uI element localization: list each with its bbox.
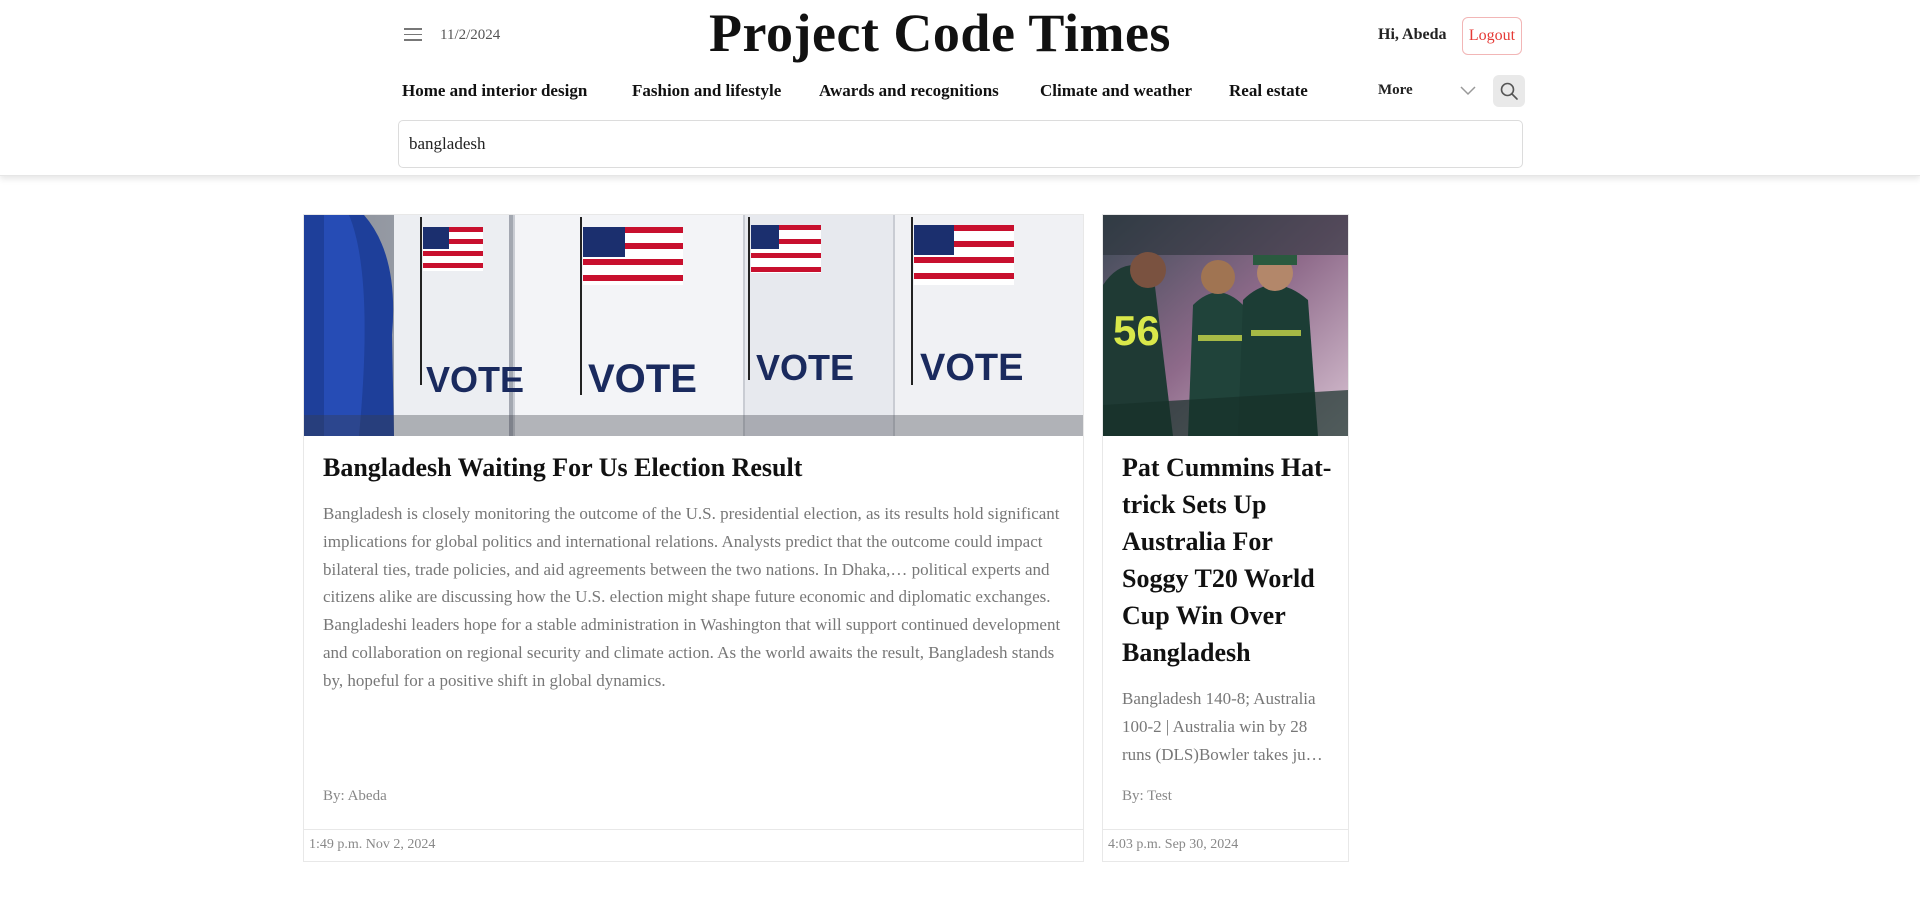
article-card[interactable]: VOTE VOTE VOTE VOTE Bangladesh Waiting F… [303, 214, 1084, 862]
article-author: By: Test [1122, 788, 1172, 804]
nav-item-climate-weather[interactable]: Climate and weather [1040, 81, 1192, 101]
article-timestamp: 4:03 p.m. Sep 30, 2024 [1103, 829, 1348, 862]
booth-vote-text: VOTE [426, 359, 524, 400]
booth-vote-text: VOTE [756, 347, 854, 388]
search-button[interactable] [1493, 75, 1525, 107]
site-header: 11/2/2024 Project Code Times Hi, Abeda L… [0, 0, 1920, 176]
nav-item-home-interior[interactable]: Home and interior design [402, 81, 587, 101]
article-timestamp: 1:49 p.m. Nov 2, 2024 [304, 829, 1083, 862]
nav-item-awards[interactable]: Awards and recognitions [819, 81, 999, 101]
booth-vote-text: VOTE [588, 357, 697, 401]
jersey-number-text: 56 [1113, 307, 1160, 354]
nav-item-fashion-lifestyle[interactable]: Fashion and lifestyle [632, 81, 781, 101]
article-author: By: Abeda [323, 788, 387, 804]
logout-button[interactable]: Logout [1462, 17, 1522, 55]
article-excerpt: Bangladesh 140-8; Australia 100-2 | Aust… [1122, 689, 1323, 764]
user-greeting: Hi, Abeda [1378, 26, 1447, 43]
booth-vote-text: VOTE [920, 347, 1023, 389]
article-title[interactable]: Pat Cummins Hat-trick Sets Up Australia … [1122, 449, 1336, 671]
site-title[interactable]: Project Code Times [0, 2, 1880, 64]
more-menu-label[interactable]: More [1378, 82, 1413, 99]
search-icon [1500, 82, 1518, 100]
nav-item-real-estate[interactable]: Real estate [1229, 81, 1308, 101]
search-input[interactable] [398, 120, 1523, 168]
article-image-cricket-players[interactable]: 56 [1103, 215, 1348, 436]
article-image-voting-booths[interactable]: VOTE VOTE VOTE VOTE [304, 215, 1083, 436]
article-excerpt: Bangladesh is closely monitoring the out… [323, 504, 1061, 690]
chevron-down-icon[interactable] [1460, 86, 1476, 96]
article-title[interactable]: Bangladesh Waiting For Us Election Resul… [323, 449, 802, 486]
article-card[interactable]: 56 Pat Cummins Hat-trick Sets Up Austral… [1102, 214, 1349, 862]
